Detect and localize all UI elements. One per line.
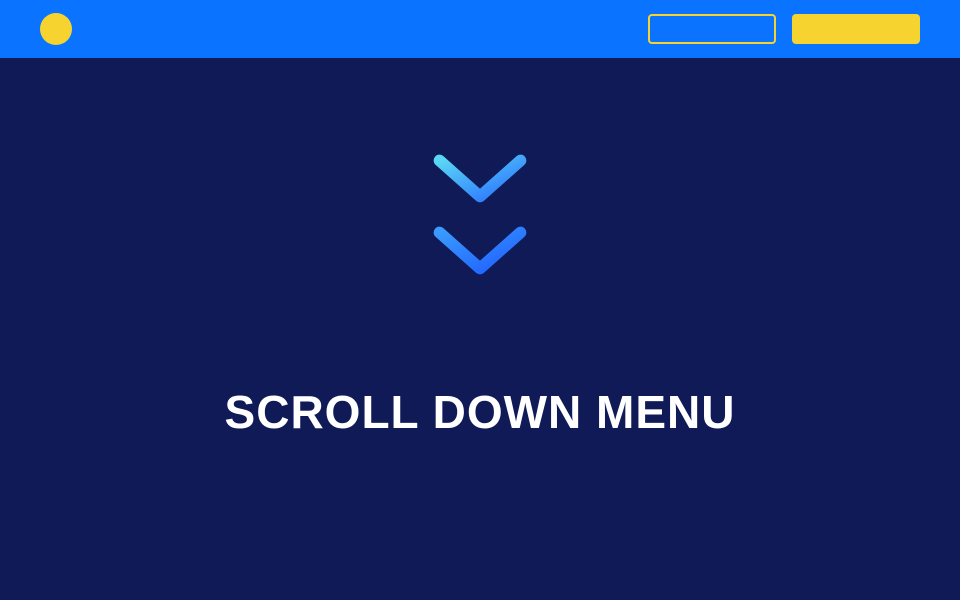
header-nav (648, 14, 920, 44)
main-content: SCROLL DOWN MENU (0, 58, 960, 439)
nav-button-outline[interactable] (648, 14, 776, 44)
page-title: SCROLL DOWN MENU (225, 385, 736, 439)
nav-button-solid[interactable] (792, 14, 920, 44)
chevron-down-icon (410, 210, 550, 300)
header-bar (0, 0, 960, 58)
logo-circle[interactable] (40, 13, 72, 45)
double-chevron-down-icon (410, 138, 550, 300)
